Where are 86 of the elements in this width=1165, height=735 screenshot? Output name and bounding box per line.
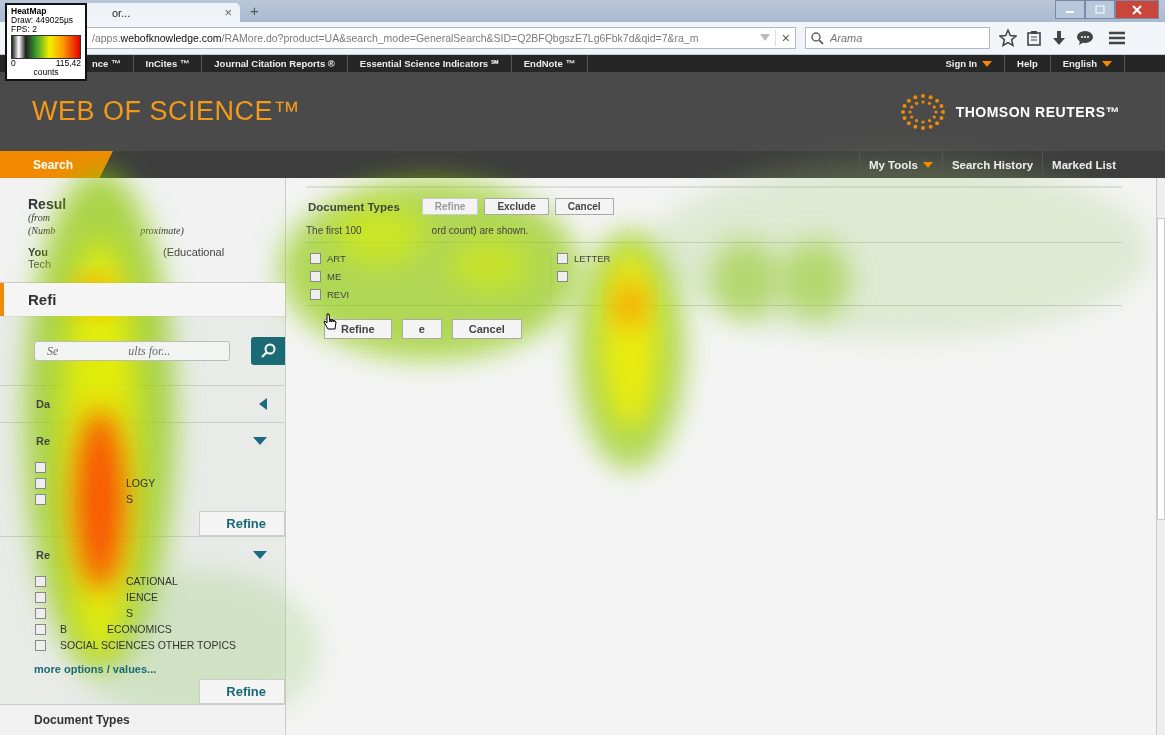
results-note: proximate) [140, 225, 184, 236]
address-bar[interactable]: /apps.webofknowledge.com/RAMore.do?product=UA&search_mode=GeneralSearch&SID=Q2BFQbgszE7Lg6Fbk7d&qid=7&ra_m × [86, 27, 796, 49]
info-text: ord count) are shown. [431, 225, 529, 236]
caret-icon [922, 161, 933, 168]
chat-icon[interactable] [1076, 30, 1094, 46]
refine-heading: Refi [28, 291, 57, 308]
close-tab-button[interactable]: × [224, 5, 232, 20]
more-options-link[interactable]: more options / values... [0, 653, 285, 675]
refine-button[interactable]: Refine [199, 679, 285, 704]
caret-icon [1102, 60, 1112, 67]
minimize-icon[interactable] [1055, 0, 1085, 19]
checkbox[interactable] [35, 639, 46, 651]
menu-icon[interactable] [1109, 31, 1125, 45]
option-label: IENCE [126, 591, 159, 603]
checkbox[interactable] [310, 288, 321, 300]
option-label: S [126, 493, 133, 505]
option-label: CATIONAL [126, 575, 178, 587]
star-icon[interactable] [999, 29, 1017, 47]
option-label: ART [327, 252, 346, 264]
query-text: Tech [28, 258, 53, 270]
maximize-icon[interactable] [1085, 0, 1115, 19]
download-icon[interactable] [1051, 30, 1067, 46]
clear-button[interactable]: × [774, 30, 790, 46]
close-icon[interactable] [1115, 0, 1159, 19]
info-text: The first 100 [306, 225, 362, 236]
results-title: Resul [28, 196, 68, 212]
search-icon [811, 32, 824, 45]
scale-unit: counts [32, 67, 59, 77]
query-label: You [28, 246, 48, 258]
search-icon [260, 343, 276, 359]
checkbox[interactable] [35, 493, 46, 505]
action-button[interactable]: Cancel [451, 319, 522, 339]
scale-max: 115,42 [55, 58, 81, 68]
section-title: Document Types [308, 200, 400, 213]
checkbox[interactable] [557, 252, 568, 264]
dotted-circle-logo-icon [899, 93, 946, 130]
checkbox[interactable] [35, 607, 46, 619]
color-scale [11, 34, 81, 59]
expanded-caret-icon[interactable] [253, 551, 267, 559]
option-label: ME [327, 270, 342, 282]
hand-cursor-icon [323, 313, 337, 331]
refine-button[interactable]: Refine [199, 511, 285, 536]
checkbox[interactable] [310, 270, 321, 282]
search-button[interactable] [251, 337, 285, 365]
search-within-field[interactable]: Se ults for... [34, 341, 230, 361]
option-label: S [126, 607, 133, 619]
scrollbar[interactable] [1156, 178, 1165, 735]
query-text: (Educational [162, 246, 225, 258]
panel-title[interactable]: Re [36, 549, 51, 561]
checkbox[interactable] [310, 252, 321, 264]
option-label: REVI [327, 288, 350, 300]
action-button[interactable]: Exclude [484, 198, 549, 215]
site-logo[interactable]: WEB OF SCIENCE™ [32, 96, 301, 127]
results-note: (Numb [28, 225, 56, 236]
results-note: (from [28, 212, 51, 223]
action-button[interactable]: Cancel [554, 198, 614, 215]
nav-link[interactable]: Search History [941, 151, 1043, 178]
legend-text: FPS: 2 [11, 24, 37, 34]
checkbox[interactable] [35, 591, 46, 603]
panel-title[interactable]: Document Types [0, 704, 285, 735]
expanded-caret-icon[interactable] [253, 437, 267, 445]
nav-link[interactable]: Marked List [1042, 151, 1125, 178]
option-label: B [60, 623, 67, 635]
panel-title[interactable]: Da [36, 398, 51, 410]
checkbox[interactable] [35, 461, 46, 473]
nav-link[interactable]: My Tools [858, 151, 942, 178]
option-label: LOGY [126, 477, 156, 489]
option-label: LETTER [574, 252, 611, 264]
caret-icon [982, 60, 993, 67]
checkbox[interactable] [35, 575, 46, 587]
dropdown-icon[interactable] [759, 34, 770, 42]
panel-title[interactable]: Re [36, 435, 51, 447]
option-label: SOCIAL SCIENCES OTHER TOPICS [60, 639, 236, 651]
tab-title[interactable]: or... [92, 6, 131, 19]
checkbox[interactable] [35, 623, 46, 635]
new-tab-button[interactable]: + [250, 2, 259, 19]
action-button[interactable]: e [401, 319, 442, 339]
brand-name: THOMSON REUTERS™ [955, 103, 1120, 120]
clipboard-icon[interactable] [1026, 30, 1042, 46]
legend-text: Draw: 449025µs [11, 15, 75, 25]
checkbox[interactable] [557, 270, 568, 282]
search-field[interactable]: Arama [805, 27, 990, 49]
checkbox[interactable] [35, 477, 46, 489]
legend-title: HeatMap [11, 7, 47, 16]
collapsed-caret-icon[interactable] [259, 398, 267, 410]
scale-min: 0 [11, 58, 16, 68]
